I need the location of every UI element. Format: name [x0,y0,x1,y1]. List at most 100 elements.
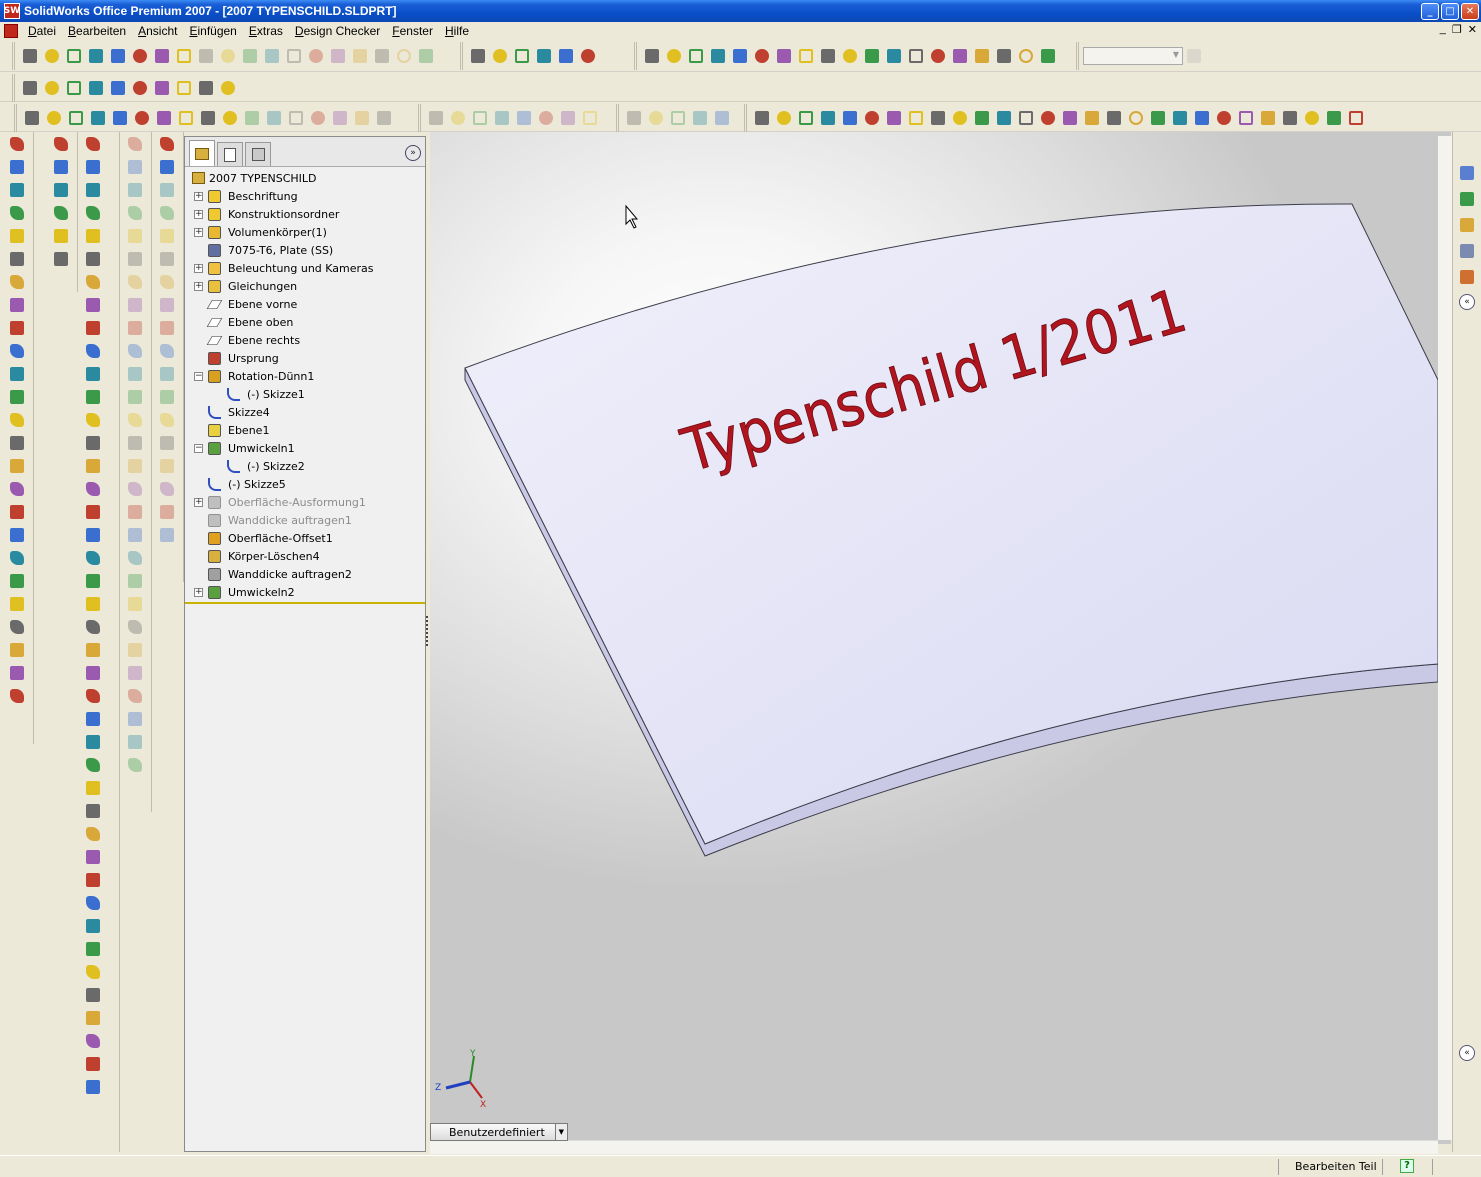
tree-node[interactable]: + Gleichungen [185,277,425,295]
mold-command-icon[interactable] [124,616,146,638]
collapse-lower-pane-icon[interactable]: « [1459,1045,1475,1061]
filter-tool-icon[interactable] [1103,107,1125,129]
feature-command-icon[interactable] [6,179,28,201]
filter-tool-icon[interactable] [817,107,839,129]
tree-node[interactable]: Ebene vorne [185,295,425,313]
standard-tool-icon[interactable] [327,45,349,67]
tree-node[interactable]: + Oberfläche-Ausformung1 [185,493,425,511]
surface-command-icon[interactable] [82,478,104,500]
feature-command-icon[interactable] [6,432,28,454]
tree-node[interactable]: Ebene1 [185,421,425,439]
surface-command-icon[interactable] [82,317,104,339]
macro-tool-icon[interactable] [307,107,329,129]
layer-dropdown[interactable]: ▼ [1083,47,1183,65]
view-tool-icon[interactable] [729,45,751,67]
solidworks-logo-icon[interactable]: SW [4,3,20,19]
curve-command-icon[interactable] [156,340,178,362]
standard-tool-icon[interactable] [19,45,41,67]
mold-command-icon[interactable] [124,156,146,178]
standard-tool-icon[interactable] [195,45,217,67]
drawing-tool-icon[interactable] [689,107,711,129]
surface-command-icon[interactable] [82,731,104,753]
macro-tool-icon[interactable] [109,107,131,129]
doc-close-button[interactable]: ✕ [1468,23,1477,36]
view-tool-icon[interactable] [1037,45,1059,67]
surface-command-icon[interactable] [82,662,104,684]
tools-tool-icon[interactable] [195,77,217,99]
feature-command-icon[interactable] [6,547,28,569]
macro-tool-icon[interactable] [219,107,241,129]
feature-command-icon[interactable] [6,294,28,316]
filter-tool-icon[interactable] [1059,107,1081,129]
feature-command-icon[interactable] [6,133,28,155]
feature-command-icon[interactable] [6,340,28,362]
surface-command-icon[interactable] [82,1007,104,1029]
tools-tool-icon[interactable] [41,77,63,99]
menu-ansicht[interactable]: Ansicht [132,24,183,38]
filter-tool-icon[interactable] [861,107,883,129]
feature-command-icon[interactable] [6,478,28,500]
view-tool-icon[interactable] [883,45,905,67]
macro-tool-icon[interactable] [241,107,263,129]
surface-command-icon[interactable] [82,846,104,868]
configuration-manager-tab[interactable] [245,142,271,166]
filter-tool-icon[interactable] [1169,107,1191,129]
view-tool-icon[interactable] [641,45,663,67]
feature-command-icon[interactable] [6,363,28,385]
filter-tool-icon[interactable] [1191,107,1213,129]
view-tool-icon[interactable] [773,45,795,67]
assembly-tool-icon[interactable] [513,107,535,129]
expand-node-icon[interactable]: + [194,191,203,201]
surface-command-icon[interactable] [82,409,104,431]
standard-tool-icon[interactable] [415,45,437,67]
horizontal-scrollbar[interactable] [430,1140,1438,1154]
sketch-tool-icon[interactable] [555,45,577,67]
standard-tool-icon[interactable] [85,45,107,67]
filter-tool-icon[interactable] [949,107,971,129]
mold-command-icon[interactable] [124,317,146,339]
assembly-tool-icon[interactable] [447,107,469,129]
view-tool-icon[interactable] [1015,45,1037,67]
surface-command-icon[interactable] [82,202,104,224]
tools-tool-icon[interactable] [19,77,41,99]
maximize-button[interactable]: □ [1441,2,1459,20]
curve-command-icon[interactable] [156,133,178,155]
feature-command-icon[interactable] [6,524,28,546]
surface-command-icon[interactable] [82,156,104,178]
menu-datei[interactable]: Datei [22,24,62,38]
mold-command-icon[interactable] [124,363,146,385]
mold-command-icon[interactable] [124,501,146,523]
surface-command-icon[interactable] [82,915,104,937]
sketch-tool-icon[interactable] [533,45,555,67]
mold-command-icon[interactable] [124,225,146,247]
filter-tool-icon[interactable] [751,107,773,129]
curve-command-icon[interactable] [156,386,178,408]
standard-tool-icon[interactable] [239,45,261,67]
curve-command-icon[interactable] [156,294,178,316]
drawing-tool-icon[interactable] [711,107,733,129]
surface-command-icon[interactable] [82,248,104,270]
minimize-button[interactable]: _ [1421,2,1439,20]
sheetmetal-command-icon[interactable] [50,225,72,247]
standard-tool-icon[interactable] [151,45,173,67]
mold-command-icon[interactable] [124,340,146,362]
mold-command-icon[interactable] [124,547,146,569]
macro-tool-icon[interactable] [43,107,65,129]
model-view[interactable]: Typenschild 1/2011 Y X Z [430,132,1451,1144]
tools-tool-icon[interactable] [217,77,239,99]
mold-command-icon[interactable] [124,685,146,707]
surface-command-icon[interactable] [82,271,104,293]
surface-command-icon[interactable] [82,1030,104,1052]
curve-command-icon[interactable] [156,524,178,546]
expand-node-icon[interactable]: + [194,497,203,507]
curve-command-icon[interactable] [156,202,178,224]
filter-tool-icon[interactable] [1301,107,1323,129]
feature-command-icon[interactable] [6,685,28,707]
surface-command-icon[interactable] [82,869,104,891]
standard-tool-icon[interactable] [129,45,151,67]
tree-root[interactable]: 2007 TYPENSCHILD [185,169,425,187]
graphics-area[interactable]: Typenschild 1/2011 Y X Z [430,132,1451,1144]
mold-command-icon[interactable] [124,478,146,500]
surface-command-icon[interactable] [82,892,104,914]
assembly-tool-icon[interactable] [491,107,513,129]
